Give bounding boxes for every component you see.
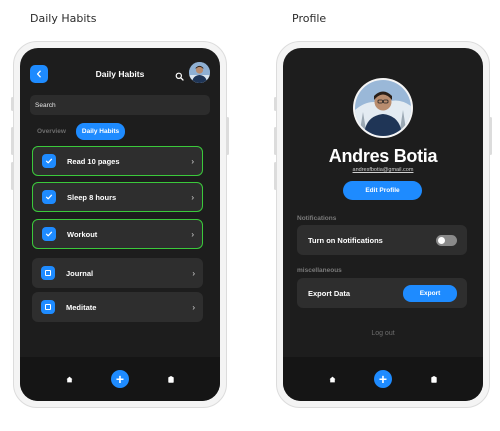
bottom-nav: + (283, 357, 483, 401)
clipboard-button[interactable] (162, 370, 180, 388)
add-button[interactable]: + (110, 370, 129, 388)
profile-name: Andres Botia (328, 146, 438, 166)
check-icon[interactable] (42, 190, 56, 204)
square-icon[interactable] (41, 266, 55, 280)
clipboard-button[interactable] (425, 370, 443, 388)
habit-label: Read 10 pages (67, 156, 120, 166)
habit-item-meditate[interactable]: Meditate › (32, 292, 203, 322)
habit-label: Meditate (66, 302, 97, 312)
export-row: Export Data Export (297, 278, 467, 308)
notifications-row: Turn on Notifications (297, 225, 467, 255)
profile-avatar[interactable] (353, 78, 413, 138)
avatar[interactable] (189, 62, 210, 83)
habits-header: Daily Habits (30, 62, 210, 86)
check-icon[interactable] (42, 227, 56, 241)
search-button[interactable] (175, 68, 184, 86)
clipboard-icon (167, 375, 174, 383)
clipboard-icon (430, 375, 437, 383)
tab-overview[interactable]: Overview (37, 128, 66, 135)
chevron-right-icon: › (191, 192, 194, 202)
habit-item-journal[interactable]: Journal › (32, 258, 203, 288)
habits-screen: Daily Habits Overview Daily Habits (20, 48, 220, 401)
home-icon (66, 376, 73, 382)
phone-profile: Andres Botia andresfbotia@gmail.com Edit… (274, 41, 492, 408)
profile-email[interactable]: andresfbotia@gmail.com (283, 167, 483, 173)
bottom-nav: + (20, 357, 220, 401)
tab-bar: Overview Daily Habits (37, 123, 126, 140)
notifications-toggle[interactable] (436, 234, 457, 246)
chevron-right-icon: › (192, 302, 195, 312)
notifications-section-title: Notifications (297, 215, 337, 222)
check-icon[interactable] (42, 154, 56, 168)
chevron-right-icon: › (191, 156, 194, 166)
search-bar (30, 95, 210, 115)
search-input[interactable] (35, 101, 205, 109)
add-button[interactable]: + (373, 370, 392, 388)
home-button[interactable] (323, 370, 341, 388)
habit-item-workout[interactable]: Workout › (32, 219, 203, 249)
frame-label-daily-habits: Daily Habits (30, 12, 97, 25)
tab-daily-habits[interactable]: Daily Habits (75, 123, 126, 140)
profile-screen: Andres Botia andresfbotia@gmail.com Edit… (283, 48, 483, 401)
misc-section-title: miscellaneous (297, 267, 342, 274)
export-button[interactable]: Export (403, 284, 457, 302)
chevron-right-icon: › (192, 268, 195, 278)
habit-label: Workout (67, 229, 98, 239)
logout-link[interactable]: Log out (283, 330, 483, 337)
notifications-label: Turn on Notifications (308, 235, 383, 245)
home-button[interactable] (60, 370, 78, 388)
search-icon (175, 72, 184, 81)
habit-item-read[interactable]: Read 10 pages › (32, 146, 203, 176)
habit-item-sleep[interactable]: Sleep 8 hours › (32, 182, 203, 212)
export-label: Export Data (308, 288, 351, 298)
home-icon (329, 376, 336, 382)
phone-daily-habits: Daily Habits Overview Daily Habits (11, 41, 229, 408)
edit-profile-button[interactable]: Edit Profile (343, 181, 422, 200)
habit-label: Sleep 8 hours (67, 192, 117, 202)
chevron-right-icon: › (191, 229, 194, 239)
square-icon[interactable] (41, 300, 55, 314)
habit-label: Journal (66, 268, 94, 278)
frame-label-profile: Profile (292, 12, 327, 25)
